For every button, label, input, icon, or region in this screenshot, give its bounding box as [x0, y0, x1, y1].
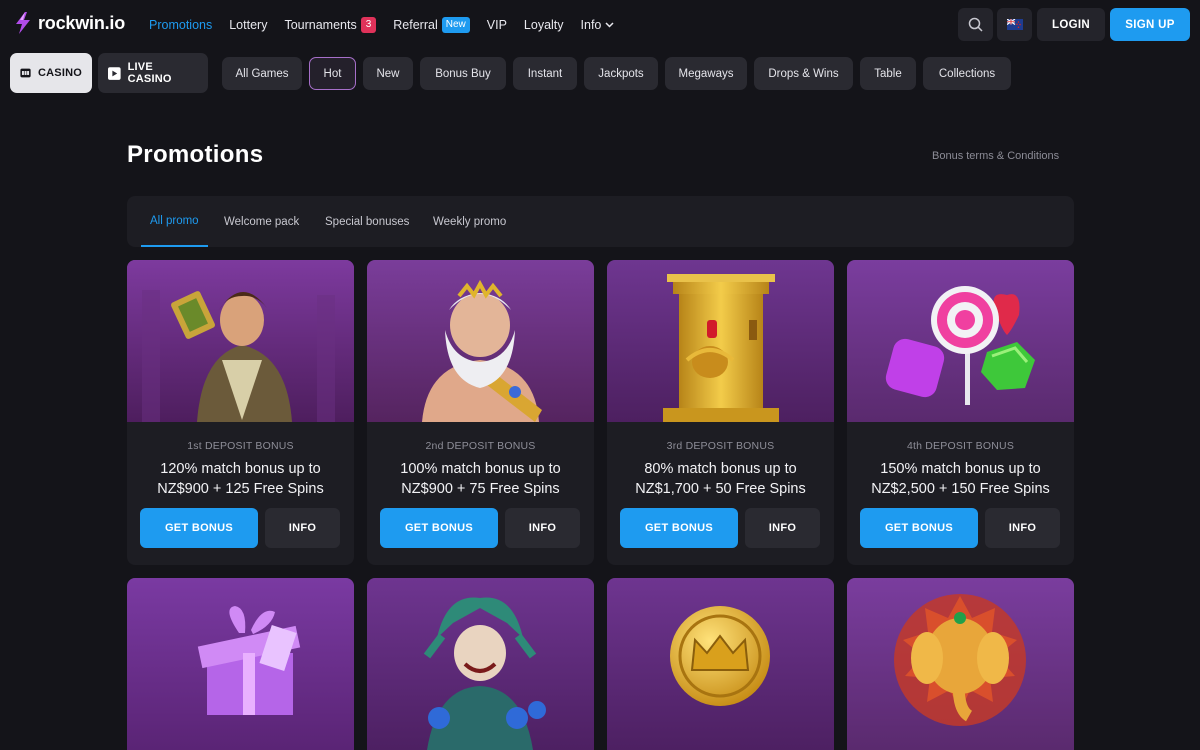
promo-tabs: All promo Welcome pack Special bonuses W… — [127, 196, 1074, 247]
language-button[interactable] — [997, 8, 1032, 41]
promo-card: 1st DEPOSIT BONUS 120% match bonus up to… — [127, 260, 354, 565]
nav-info-label: Info — [580, 18, 602, 32]
tab-all-promo[interactable]: All promo — [141, 196, 208, 247]
promo-card-title: 80% match bonus up to NZ$1,700 + 50 Free … — [635, 461, 806, 497]
page-title: Promotions — [127, 141, 264, 168]
get-bonus-button[interactable]: GET BONUS — [620, 508, 738, 548]
filter-bonus-buy[interactable]: Bonus Buy — [420, 57, 506, 90]
promo-card: 3rd DEPOSIT BONUS 80% match bonus up to N… — [607, 260, 834, 565]
filter-instant[interactable]: Instant — [513, 57, 577, 90]
game-filter-bar: All Games Hot New Bonus Buy Instant Jack… — [222, 57, 1011, 90]
search-button[interactable] — [958, 8, 993, 41]
filter-drops-wins[interactable]: Drops & Wins — [754, 57, 853, 90]
filter-megaways[interactable]: Megaways — [665, 57, 747, 90]
nav-tournaments[interactable]: Tournaments 3 — [284, 17, 377, 33]
info-button[interactable]: INFO — [985, 508, 1060, 548]
promo-card — [127, 578, 354, 750]
promo-card-title: 100% match bonus up to NZ$900 + 75 Free S… — [400, 461, 561, 497]
promo-card — [367, 578, 594, 750]
gift-box-illustration — [127, 578, 354, 750]
promo-card-image — [607, 260, 834, 422]
nav-vip[interactable]: VIP — [487, 18, 507, 32]
info-button[interactable]: INFO — [265, 508, 340, 548]
promo-card-subtitle: 2nd DEPOSIT BONUS — [425, 440, 536, 452]
brand-name: rockwin.io — [38, 12, 126, 33]
search-icon — [968, 17, 983, 32]
casino-category-button[interactable]: CASINO — [10, 53, 92, 93]
nav-referral[interactable]: Referral New — [393, 17, 470, 33]
nz-flag-icon — [1006, 19, 1023, 30]
nav-promotions-label: Promotions — [149, 18, 213, 32]
tab-special-bonuses[interactable]: Special bonuses — [325, 196, 409, 247]
tab-weekly-promo[interactable]: Weekly promo — [433, 196, 506, 247]
promo-card-title: 120% match bonus up to NZ$900 + 125 Free … — [157, 461, 324, 497]
nav-tournaments-label: Tournaments — [284, 18, 357, 32]
golden-shrine-illustration — [607, 260, 834, 422]
nav-vip-label: VIP — [486, 18, 507, 32]
brand-logo[interactable]: rockwin.io — [14, 12, 125, 34]
nav-referral-label: Referral — [393, 18, 438, 32]
get-bonus-button[interactable]: GET BONUS — [140, 508, 258, 548]
tournaments-count-badge: 3 — [360, 17, 377, 33]
promo-card: 4th DEPOSIT BONUS 150% match bonus up to… — [847, 260, 1074, 565]
tab-welcome-pack[interactable]: Welcome pack — [224, 196, 299, 247]
jester-illustration — [367, 578, 594, 750]
top-header: rockwin.io Promotions Lottery Tournament… — [0, 0, 1200, 50]
nav-lottery[interactable]: Lottery — [229, 18, 267, 32]
promo-card: 2nd DEPOSIT BONUS 100% match bonus up to… — [367, 260, 594, 565]
nav-loyalty-label: Loyalty — [523, 18, 564, 32]
info-button[interactable]: INFO — [745, 508, 820, 548]
explorer-character-illustration — [127, 260, 354, 422]
candy-illustration — [847, 260, 1074, 422]
lightning-icon — [16, 12, 30, 34]
referral-new-badge: New — [441, 17, 470, 33]
promo-card-image — [367, 260, 594, 422]
promo-card — [847, 578, 1074, 750]
category-switcher: CASINO LIVE CASINO — [10, 53, 208, 93]
promo-card-subtitle: 3rd DEPOSIT BONUS — [666, 440, 775, 452]
promo-card-title: 150% match bonus up to NZ$2,500 + 150 Fre… — [871, 461, 1050, 497]
nav-promotions[interactable]: Promotions — [149, 18, 212, 32]
filter-table[interactable]: Table — [860, 57, 916, 90]
nav-info[interactable]: Info — [581, 18, 615, 32]
promo-card-image — [847, 260, 1074, 422]
zeus-character-illustration — [367, 260, 594, 422]
live-casino-category-label: LIVE CASINO — [127, 61, 172, 85]
promo-card-subtitle: 1st DEPOSIT BONUS — [187, 440, 294, 452]
gold-coin-illustration — [607, 578, 834, 750]
signup-button[interactable]: SIGN UP — [1110, 8, 1190, 41]
nav-loyalty[interactable]: Loyalty — [524, 18, 564, 32]
main-nav: Promotions Lottery Tournaments 3 Referral… — [149, 0, 614, 50]
slot-machine-icon — [20, 68, 31, 78]
promo-card — [607, 578, 834, 750]
bonus-terms-link[interactable]: Bonus terms & Conditions — [932, 150, 1059, 162]
filter-collections[interactable]: Collections — [923, 57, 1011, 90]
login-button[interactable]: LOGIN — [1037, 8, 1105, 41]
promo-card-subtitle: 4th DEPOSIT BONUS — [906, 440, 1015, 452]
chevron-down-icon — [605, 22, 614, 28]
filter-hot[interactable]: Hot — [309, 57, 356, 90]
get-bonus-button[interactable]: GET BONUS — [860, 508, 978, 548]
info-button[interactable]: INFO — [505, 508, 580, 548]
nav-lottery-label: Lottery — [229, 18, 268, 32]
live-casino-category-button[interactable]: LIVE CASINO — [98, 53, 208, 93]
filter-jackpots[interactable]: Jackpots — [584, 57, 658, 90]
ganesha-illustration — [847, 578, 1074, 750]
play-icon — [108, 66, 121, 80]
filter-all-games[interactable]: All Games — [222, 57, 302, 90]
casino-category-label: CASINO — [38, 67, 82, 79]
get-bonus-button[interactable]: GET BONUS — [380, 508, 498, 548]
promo-card-image — [127, 260, 354, 422]
filter-new[interactable]: New — [363, 57, 413, 90]
